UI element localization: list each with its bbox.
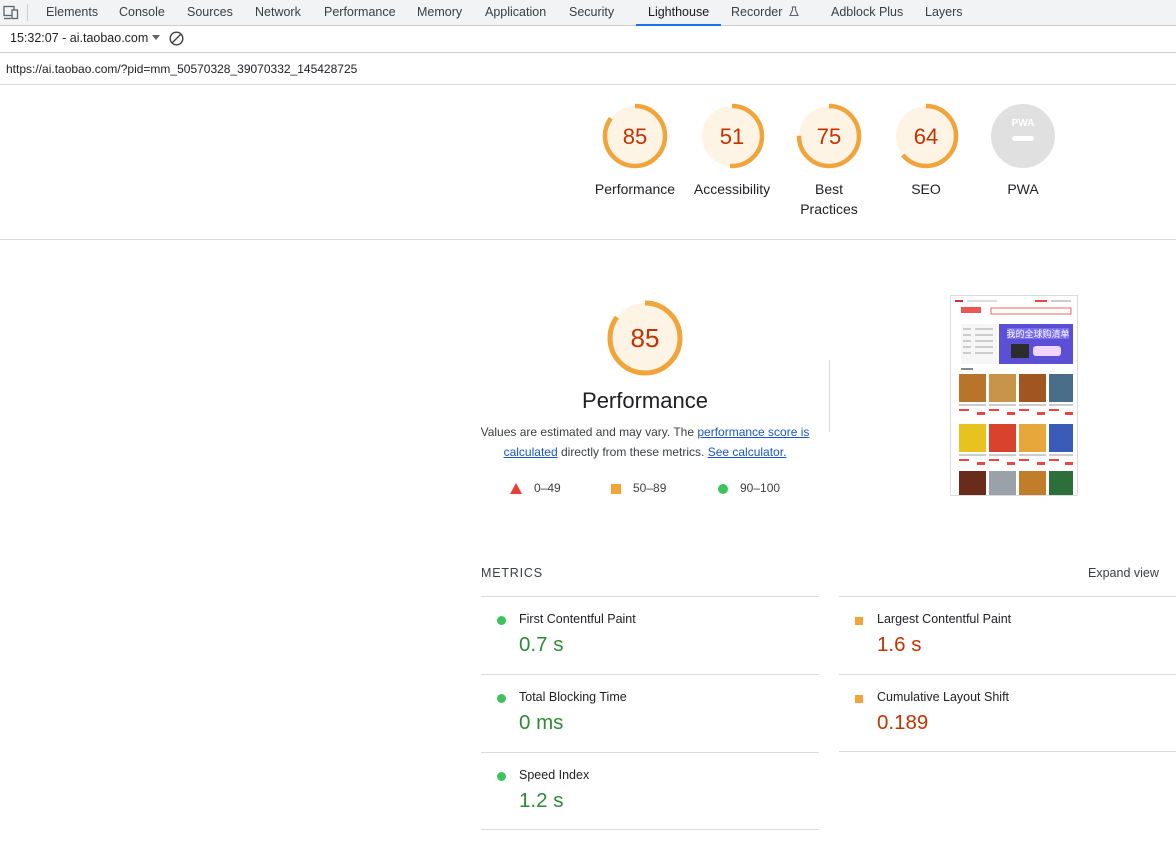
devtools-tab-bar: Elements Console Sources Network Perform… [0, 0, 1176, 26]
legend-range: 90–100 [740, 481, 781, 495]
tab-performance[interactable]: Performance [324, 0, 396, 25]
gauge-performance[interactable]: 85 Performance [585, 103, 685, 199]
gauge-score: 85 [623, 124, 647, 149]
expand-view-toggle[interactable]: Expand view [1088, 566, 1159, 580]
gauge-label: Best Practices [800, 181, 858, 217]
tab-adblock-plus[interactable]: Adblock Plus [831, 0, 903, 25]
metric-name: Cumulative Layout Shift [877, 690, 1010, 704]
legend-pass: 90–100 [718, 481, 780, 495]
gauge-label: SEO [911, 181, 941, 197]
legend-fail: 0–49 [510, 481, 561, 495]
device-toolbar-icon[interactable] [3, 5, 19, 20]
metric-value: 0.189 [877, 711, 929, 734]
legend-average: 50–89 [611, 481, 666, 495]
thumbnail-banner-text: 我的全球购清单 [1006, 328, 1069, 340]
report-url: https://ai.taobao.com/?pid=mm_50570328_3… [6, 62, 358, 76]
performance-score-gauge: 85 [607, 300, 683, 376]
legend-range: 0–49 [534, 481, 561, 495]
see-calculator-link[interactable]: See calculator. [708, 445, 787, 459]
pass-circle-icon [497, 616, 506, 625]
tab-sources[interactable]: Sources [187, 0, 233, 25]
square-icon [611, 483, 621, 494]
score-gauges-row: 85 Performance 51 Accessibility 75 Best … [0, 85, 1176, 240]
tab-network[interactable]: Network [255, 0, 301, 25]
circle-icon [718, 483, 728, 494]
desc-prefix: Values are estimated and may vary. The [480, 425, 698, 439]
gauge-score: 75 [817, 124, 841, 149]
gauge-pwa[interactable]: PWA PWA [973, 103, 1073, 199]
metric-total-blocking-time: Total Blocking Time 0 ms [481, 674, 819, 752]
gauge-accessibility[interactable]: 51 Accessibility [682, 103, 782, 199]
tab-memory[interactable]: Memory [417, 0, 462, 25]
clear-reports-icon[interactable] [168, 30, 185, 47]
metric-cumulative-layout-shift: Cumulative Layout Shift 0.189 [839, 674, 1176, 752]
experiment-flask-icon [789, 6, 799, 17]
gauge-score: 64 [914, 124, 938, 149]
metric-largest-contentful-paint: Largest Contentful Paint 1.6 s [839, 596, 1176, 674]
desc-mid: directly from these metrics. [557, 445, 708, 459]
lighthouse-toolbar: 15:32:07 - ai.taobao.com [0, 26, 1176, 53]
gauge-label: Performance [594, 181, 676, 197]
triangle-icon [510, 483, 522, 495]
metric-value: 1.2 s [519, 789, 564, 812]
gauge-seo[interactable]: 64 SEO [876, 103, 976, 199]
metrics-divider [481, 829, 819, 830]
page-screenshot-image: 我的全球购清单 [951, 296, 1077, 495]
pwa-badge-icon: PWA [991, 104, 1055, 168]
pwa-badge-text: PWA [1012, 118, 1035, 129]
metric-name: First Contentful Paint [519, 612, 636, 626]
gauge-ring-icon: 51 [699, 103, 765, 169]
gauge-label: PWA [1007, 181, 1039, 197]
legend-range: 50–89 [633, 481, 667, 495]
metric-value: 0 ms [519, 711, 564, 734]
tab-recorder[interactable]: Recorder [731, 0, 799, 25]
metrics-divider [839, 751, 1176, 752]
pass-circle-icon [497, 694, 506, 703]
performance-score: 85 [631, 323, 660, 353]
tab-application[interactable]: Application [485, 0, 546, 25]
report-selector[interactable]: 15:32:07 - ai.taobao.com [10, 31, 161, 45]
metric-value: 0.7 s [519, 633, 564, 656]
tab-recorder-label: Recorder [731, 5, 783, 19]
metric-name: Largest Contentful Paint [877, 612, 1012, 626]
metric-name: Total Blocking Time [519, 690, 627, 704]
metric-first-contentful-paint: First Contentful Paint 0.7 s [481, 596, 819, 674]
final-screenshot-thumbnail[interactable]: 我的全球购清单 [950, 295, 1078, 496]
average-square-icon [855, 695, 863, 703]
tabbar-separator [27, 4, 28, 21]
metric-value: 1.6 s [877, 633, 922, 656]
gauge-ring-icon: 85 [602, 103, 668, 169]
metric-name: Speed Index [519, 768, 590, 782]
chevron-down-icon [152, 35, 161, 40]
gauge-ring-icon: 75 [796, 103, 862, 169]
gauge-score: 51 [720, 124, 744, 149]
pass-circle-icon [497, 772, 506, 781]
performance-description: Values are estimated and may vary. The p… [480, 422, 810, 462]
metrics-header: METRICS [481, 566, 543, 580]
report-selector-label: 15:32:07 - ai.taobao.com [10, 31, 149, 45]
metric-speed-index: Speed Index 1.2 s [481, 752, 819, 830]
gauge-best-practices[interactable]: 75 Best Practices [779, 103, 879, 219]
average-square-icon [855, 617, 863, 625]
tab-security[interactable]: Security [569, 0, 614, 25]
performance-title: Performance [582, 388, 708, 413]
tab-layers[interactable]: Layers [925, 0, 963, 25]
tab-console[interactable]: Console [119, 0, 165, 25]
gauge-label: Accessibility [693, 181, 771, 197]
report-url-bar: https://ai.taobao.com/?pid=mm_50570328_3… [0, 53, 1176, 85]
gauge-ring-icon: 64 [893, 103, 959, 169]
tab-lighthouse[interactable]: Lighthouse [636, 0, 722, 26]
section-divider [829, 360, 830, 432]
tab-elements[interactable]: Elements [46, 0, 98, 25]
